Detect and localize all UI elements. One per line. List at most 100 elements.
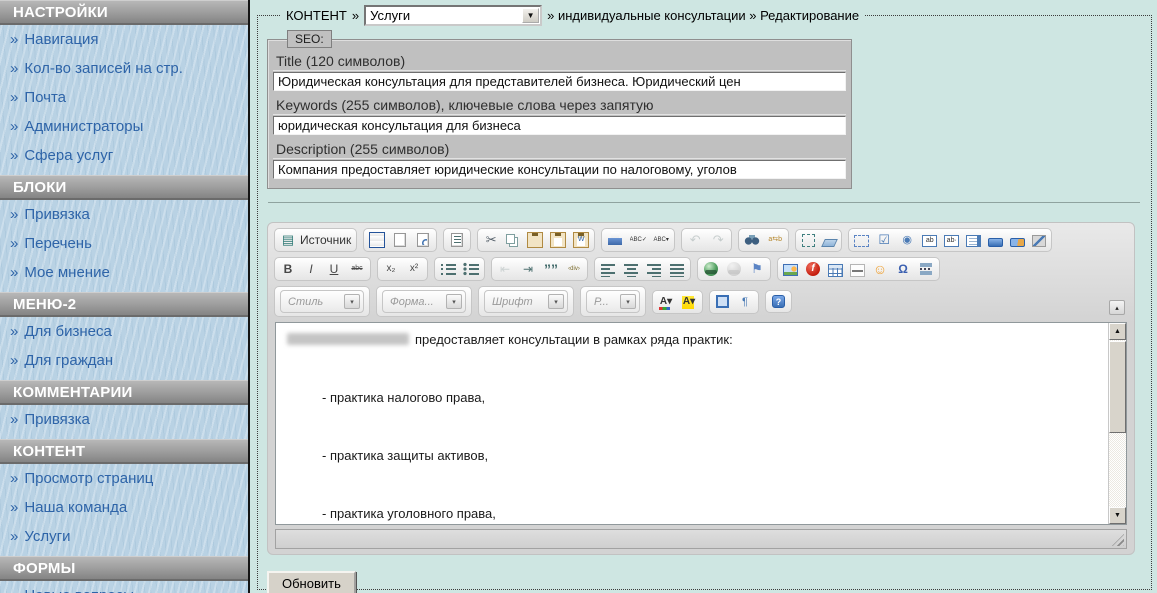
sidebar-item-наша-команда[interactable]: » Наша команда [0,493,248,522]
radio-button[interactable]: ◉ [899,232,915,248]
sidebar-item-перечень[interactable]: » Перечень [0,229,248,258]
scrollbar-track[interactable] [1109,433,1126,507]
sidebar-item-новые-вопросы[interactable]: » Новые вопросы [0,581,248,593]
paste-word-button[interactable]: W [573,232,590,248]
anchor-button[interactable]: ⚑ [749,261,765,277]
maximize-button[interactable] [715,294,730,309]
cut-button[interactable]: ✂ [483,232,499,248]
smiley-button[interactable]: ☺ [872,261,888,277]
outdent-button[interactable]: ⇤ [497,261,513,277]
select-field-button[interactable] [966,233,982,247]
numbered-list-button[interactable] [440,261,456,277]
sidebar-item-просмотр-страниц[interactable]: » Просмотр страниц [0,464,248,493]
special-char-button[interactable]: Ω [895,261,911,277]
strike-button[interactable]: abc [349,261,365,277]
sidebar-item-привязка[interactable]: » Привязка [0,405,248,434]
sidebar-item-привязка[interactable]: » Привязка [0,200,248,229]
align-right-button[interactable] [646,261,662,277]
blockquote-button[interactable]: ”” [543,261,559,277]
text-field-button[interactable]: ab [922,233,938,247]
select-dropdown-icon[interactable]: ▼ [522,8,540,23]
sidebar-item-услуги[interactable]: » Услуги [0,522,248,551]
show-blocks-button[interactable]: ¶ [737,294,753,310]
table-button[interactable] [828,262,843,277]
horizontal-rule-button[interactable] [850,262,865,277]
find-button[interactable] [744,232,761,248]
textarea-button[interactable]: ab· [944,233,960,247]
undo-button[interactable]: ↶ [687,232,703,248]
combo-р[interactable]: Р... ▾ [586,290,640,313]
about-button[interactable]: ? [771,294,786,309]
checkbox-button[interactable]: ☑ [876,232,892,248]
button-field-button[interactable] [988,234,1004,247]
link-button[interactable] [703,261,719,277]
remove-format-button[interactable] [821,234,839,247]
source-button-label: Источник [300,233,352,247]
chevron-down-icon[interactable]: ▾ [344,294,360,309]
superscript-button[interactable]: x² [406,261,422,277]
align-justify-button[interactable] [669,261,685,277]
replace-button[interactable]: a⇆b [767,232,783,248]
editor-content[interactable]: предоставляет консультации в рамках ряда… [276,323,1126,524]
chevron-down-icon[interactable]: ▾ [446,294,462,309]
seo-field-input[interactable] [273,116,846,135]
form-button[interactable] [854,233,870,247]
sidebar-item-навигация[interactable]: » Навигация [0,25,248,54]
sidebar-item-администраторы[interactable]: » Администраторы [0,112,248,141]
chevron-down-icon[interactable]: ▾ [620,294,636,309]
subscript-button[interactable]: x₂ [383,261,399,277]
paste-text-button[interactable] [550,232,567,248]
sidebar-section-title: БЛОКИ [0,175,248,200]
seo-field-input[interactable] [273,72,846,91]
seo-field-input[interactable] [273,160,846,179]
scroll-up-button[interactable]: ▲ [1109,323,1126,340]
editor-scrollbar[interactable]: ▲ ▼ [1108,323,1126,524]
content-section-select[interactable]: Услуги ▼ [364,5,543,26]
spellcheck-menu-button[interactable]: ABC▾ [653,232,669,248]
paste-button[interactable] [527,232,544,248]
page-break-button[interactable] [918,261,934,277]
hidden-field-button[interactable] [1032,233,1047,247]
align-left-button[interactable] [600,261,616,277]
text-color-button[interactable]: A▾ [658,293,674,310]
indent-button[interactable]: ⇥ [520,261,536,277]
bulleted-list-button[interactable] [463,261,479,277]
image-button[interactable] [783,262,798,276]
update-button[interactable]: Обновить [267,571,356,593]
save-button[interactable] [369,232,386,248]
align-center-button[interactable] [623,261,639,277]
unlink-button[interactable] [726,261,742,277]
redo-icon: ↷ [712,232,724,247]
combo-шрифт[interactable]: Шрифт ▾ [484,290,568,313]
scroll-down-button[interactable]: ▼ [1109,507,1126,524]
sidebar-item-для-бизнеса[interactable]: » Для бизнеса [0,317,248,346]
new-page-button[interactable] [392,232,408,248]
bg-color-button[interactable]: A▾ [681,293,697,310]
select-all-button[interactable] [801,233,816,248]
flash-button[interactable]: f [805,261,821,277]
chevron-down-icon[interactable]: ▾ [548,294,564,309]
checkbox-icon: ☑ [878,232,891,247]
image-button-button[interactable] [1010,234,1026,247]
preview-button[interactable] [415,232,431,248]
sidebar-item-почта[interactable]: » Почта [0,83,248,112]
scrollbar-thumb[interactable] [1109,341,1126,433]
underline-button[interactable]: U [326,261,342,277]
div-container-button[interactable]: ‹div› [566,261,582,277]
sidebar-item-кол-во-записей-на-стр-[interactable]: » Кол-во записей на стр. [0,54,248,83]
italic-button[interactable]: I [303,261,319,277]
sidebar-item-мое-мнение[interactable]: » Мое мнение [0,258,248,287]
source-button[interactable]: ▤ Источник [280,232,351,248]
spellcheck-button[interactable]: ABC✓ [630,232,646,248]
toolbar-collapse-button[interactable]: ▴ [1109,300,1125,315]
redo-button[interactable]: ↷ [710,232,726,248]
sidebar-item-для-граждан[interactable]: » Для граждан [0,346,248,375]
templates-button[interactable] [449,232,465,248]
combo-форма[interactable]: Форма... ▾ [382,290,466,313]
combo-стиль[interactable]: Стиль ▾ [280,290,364,313]
sidebar-item-сфера-услуг[interactable]: » Сфера услуг [0,141,248,170]
copy-button[interactable] [506,233,520,247]
print-button[interactable] [607,232,624,248]
editor-resize-handle[interactable] [1112,534,1124,546]
bold-button[interactable]: B [280,261,296,277]
